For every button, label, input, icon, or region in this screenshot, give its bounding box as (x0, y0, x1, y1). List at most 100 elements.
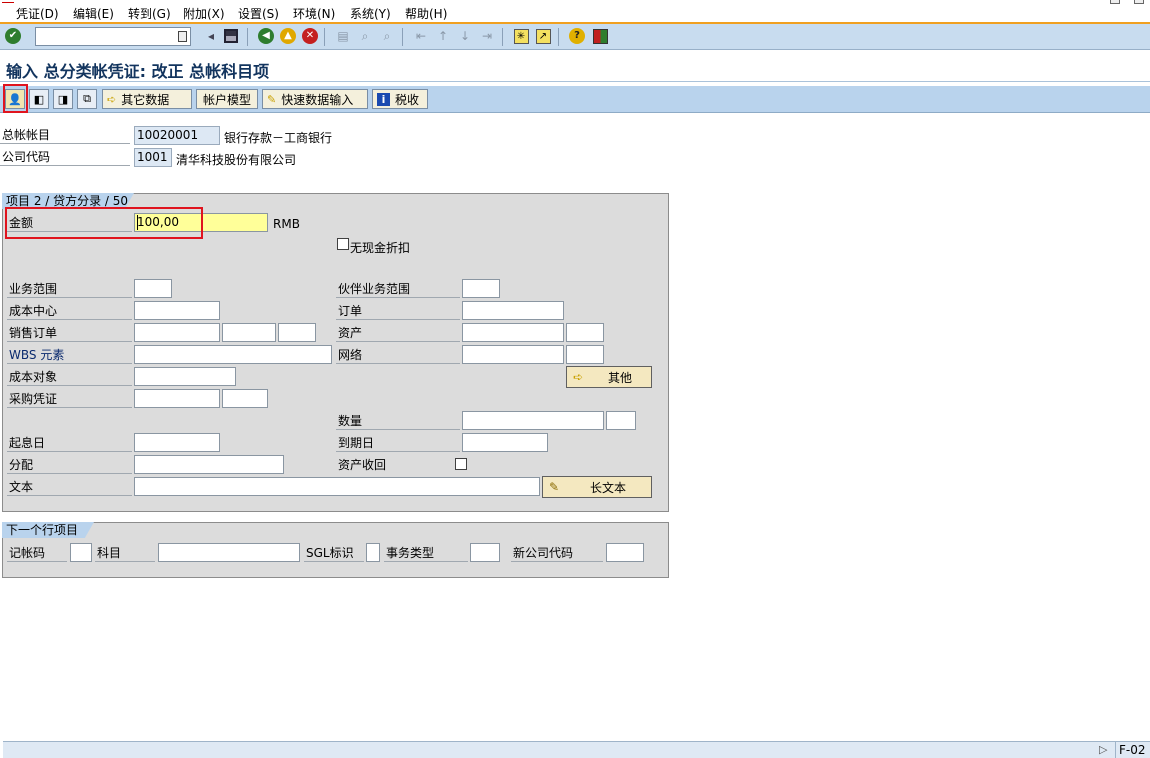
save-icon[interactable] (222, 27, 240, 45)
text-label: 文本 (7, 478, 132, 496)
last-page-icon[interactable]: ⇥ (478, 27, 496, 45)
cost-center-input[interactable] (134, 301, 220, 320)
find-next-icon[interactable]: ⌕ (378, 27, 396, 45)
business-area-input[interactable] (134, 279, 172, 298)
assignment-label: 分配 (7, 456, 132, 474)
account-input[interactable] (158, 543, 300, 562)
due-on-input[interactable] (462, 433, 548, 452)
no-cash-discount-label: 无现金折扣 (350, 241, 411, 255)
previous-item-icon[interactable]: ◧ (29, 89, 49, 109)
expand-status-icon[interactable]: ▷ (1099, 743, 1107, 756)
window-icon[interactable] (2, 2, 14, 6)
transaction-type-input[interactable] (470, 543, 500, 562)
value-date-input[interactable] (134, 433, 220, 452)
network-activity-input[interactable] (566, 345, 604, 364)
menu-edit[interactable]: 编辑(E) (73, 5, 114, 22)
order-input[interactable] (462, 301, 564, 320)
asset-label: 资产 (336, 324, 460, 342)
quantity-input[interactable] (462, 411, 604, 430)
menu-extras[interactable]: 附加(X) (183, 5, 225, 22)
long-text-button[interactable]: ✎ 长文本 (542, 476, 652, 498)
trading-partner-ba-input[interactable] (462, 279, 500, 298)
sgl-indicator-input[interactable] (366, 543, 380, 562)
menu-bar: 凭证(D) 编辑(E) 转到(G) 附加(X) 设置(S) 环境(N) 系统(Y… (0, 0, 1150, 24)
cost-object-input[interactable] (134, 367, 236, 386)
menu-system[interactable]: 系统(Y) (350, 5, 391, 22)
fast-data-entry-button[interactable]: ✎ 快速数据输入 (262, 89, 368, 109)
sales-order-input[interactable] (134, 323, 220, 342)
enter-icon[interactable]: ✔ (5, 28, 21, 44)
command-history-icon[interactable] (178, 31, 187, 42)
asset-retirement-checkbox[interactable] (455, 458, 467, 470)
wbs-element-label: WBS 元素 (7, 346, 132, 364)
arrow-right-icon: ➪ (107, 92, 117, 106)
title-bar: 输入 总分类帐凭证: 改正 总帐科目项 (0, 54, 1150, 82)
sales-order-item-input[interactable] (222, 323, 276, 342)
info-icon: i (377, 92, 390, 106)
purchasing-doc-item-input[interactable] (222, 389, 268, 408)
no-cash-discount-checkbox[interactable] (337, 238, 349, 250)
quantity-unit-input[interactable] (606, 411, 636, 430)
quantity-label: 数量 (336, 412, 460, 430)
account-model-button[interactable]: 帐户模型 (196, 89, 258, 109)
long-text-icon: ✎ (548, 480, 560, 494)
next-item-icon[interactable]: ◨ (53, 89, 73, 109)
trading-partner-ba-label: 伙伴业务范围 (336, 280, 460, 298)
generate-shortcut-icon[interactable]: ↗ (534, 27, 552, 45)
back-icon[interactable]: ◀ (258, 28, 274, 44)
arrow-right-icon: ➪ (572, 370, 584, 384)
first-page-icon[interactable]: ⇤ (412, 27, 430, 45)
purchasing-doc-label: 采购凭证 (7, 390, 132, 408)
cancel-icon[interactable]: ✕ (302, 28, 318, 44)
text-input[interactable] (134, 477, 540, 496)
menu-help[interactable]: 帮助(H) (405, 5, 447, 22)
gl-account-value: 10020001 (137, 128, 199, 142)
help-icon[interactable]: ? (569, 28, 585, 44)
taxes-button[interactable]: i 税收 (372, 89, 428, 109)
layout-menu-icon[interactable] (591, 27, 609, 45)
more-button[interactable]: ➪ 其他 (566, 366, 652, 388)
status-bar: ▷ F-02 (3, 741, 1150, 758)
menu-environment[interactable]: 环境(N) (293, 5, 335, 22)
company-code-label: 公司代码 (0, 148, 130, 166)
account-label: 科目 (95, 544, 155, 562)
asset-input[interactable] (462, 323, 564, 342)
fast-entry-icon: ✎ (267, 92, 277, 106)
asset-retirement-label: 资产收回 (338, 458, 387, 472)
application-toolbar: 👤 ◧ ◨ ⧉ ➪ 其它数据 帐户模型 ✎ 快速数据输入 i 税收 (0, 86, 1150, 113)
due-on-label: 到期日 (336, 434, 460, 452)
order-label: 订单 (336, 302, 460, 320)
find-icon[interactable]: ⌕ (356, 27, 374, 45)
network-input[interactable] (462, 345, 564, 364)
previous-page-icon[interactable]: ↑ (434, 27, 452, 45)
command-field[interactable] (35, 27, 191, 46)
posting-key-input[interactable] (70, 543, 92, 562)
next-line-item-title: 下一个行项目 (2, 522, 94, 538)
highlight-box-header-button (3, 84, 28, 113)
wbs-element-input[interactable] (134, 345, 332, 364)
posting-key-label: 记帐码 (7, 544, 67, 562)
exit-icon[interactable]: ▲ (280, 28, 296, 44)
back-arrow-small-icon[interactable]: ◂ (202, 27, 220, 45)
create-session-icon[interactable]: ✳ (512, 27, 530, 45)
print-icon[interactable]: ▤ (334, 27, 352, 45)
menu-settings[interactable]: 设置(S) (238, 5, 279, 22)
copy-item-icon[interactable]: ⧉ (77, 89, 97, 109)
menu-document[interactable]: 凭证(D) (16, 5, 59, 22)
menu-goto[interactable]: 转到(G) (128, 5, 171, 22)
sgl-indicator-label: SGL标识 (304, 544, 364, 562)
asset-subnumber-input[interactable] (566, 323, 604, 342)
highlight-box-amount (5, 207, 203, 239)
transaction-code: F-02 (1119, 743, 1146, 757)
sales-order-schedule-input[interactable] (278, 323, 316, 342)
gl-account-label: 总帐帐目 (0, 126, 130, 144)
next-page-icon[interactable]: ↓ (456, 27, 474, 45)
value-date-label: 起息日 (7, 434, 132, 452)
other-data-button[interactable]: ➪ 其它数据 (102, 89, 192, 109)
assignment-input[interactable] (134, 455, 284, 474)
new-company-code-input[interactable] (606, 543, 644, 562)
page-title: 输入 总分类帐凭证: 改正 总帐科目项 (6, 62, 270, 81)
cost-object-label: 成本对象 (7, 368, 132, 386)
window-controls[interactable] (1110, 0, 1148, 6)
purchasing-doc-input[interactable] (134, 389, 220, 408)
